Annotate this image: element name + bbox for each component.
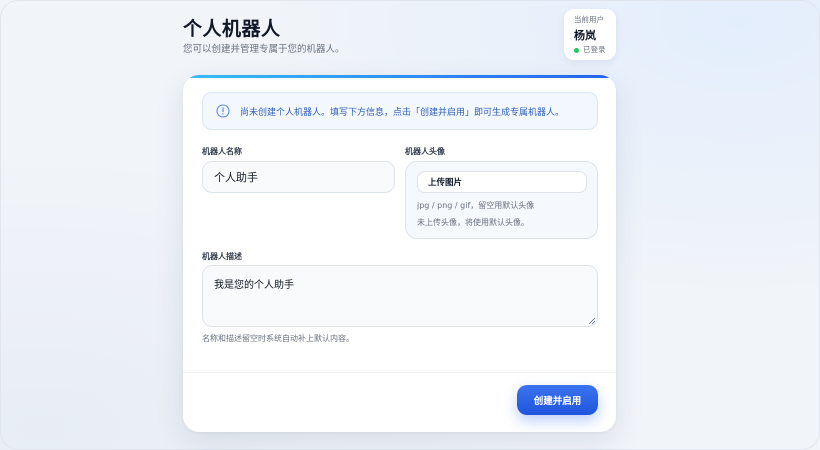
login-status: 已登录 <box>574 45 616 55</box>
robot-avatar-label: 机器人头像 <box>405 147 445 156</box>
info-icon <box>216 104 230 118</box>
page-title: 个人机器人 <box>183 18 281 40</box>
notice-text: 尚未创建个人机器人。填写下方信息，点击「创建并启用」即可生成专属机器人。 <box>240 107 565 118</box>
online-status-dot-icon <box>574 47 579 53</box>
page-subtitle: 您可以创建并管理专属于您的机器人。 <box>183 44 345 55</box>
form-helper-text: 名称和描述留空时系统自动补上默认内容。 <box>202 334 354 343</box>
current-user-name: 杨岚 <box>574 29 596 42</box>
textarea-resize-grip-icon[interactable] <box>588 317 595 324</box>
current-user-card: 当前用户 杨岚 已登录 <box>564 9 616 60</box>
card-accent-bar <box>183 75 616 78</box>
robot-description-label: 机器人描述 <box>202 252 242 261</box>
empty-state-notice: 尚未创建个人机器人。填写下方信息，点击「创建并启用」即可生成专属机器人。 <box>202 92 598 130</box>
current-user-label: 当前用户 <box>574 15 604 24</box>
avatar-upload-area: 上传图片 jpg / png / gif，留空用默认头像 未上传头像，将使用默认… <box>405 161 598 239</box>
login-status-text: 已登录 <box>583 45 606 54</box>
footer-divider <box>183 372 616 373</box>
robot-description-textarea[interactable]: 我是您的个人助手 <box>202 265 598 327</box>
create-and-enable-button[interactable]: 创建并启用 <box>517 385 598 415</box>
robot-form-card: 尚未创建个人机器人。填写下方信息，点击「创建并启用」即可生成专属机器人。 机器人… <box>183 75 616 432</box>
avatar-format-hint: jpg / png / gif，留空用默认头像 <box>417 201 535 210</box>
avatar-upload-status: 未上传头像，将使用默认头像。 <box>417 218 529 227</box>
robot-name-label: 机器人名称 <box>202 147 242 156</box>
upload-image-button[interactable]: 上传图片 <box>417 171 587 193</box>
robot-name-input[interactable] <box>202 161 395 193</box>
